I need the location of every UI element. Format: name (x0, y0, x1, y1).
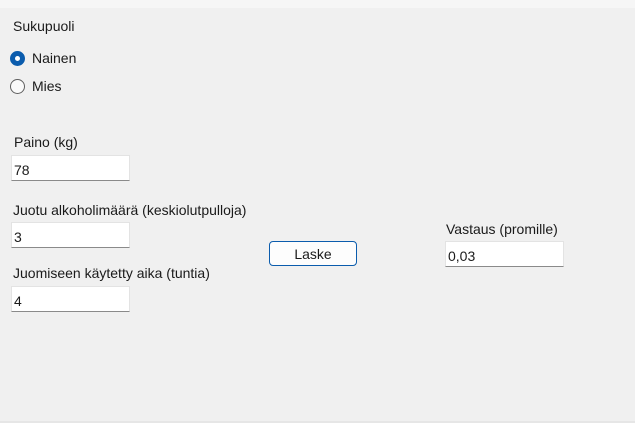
time-label: Juomiseen käytetty aika (tuntia) (13, 265, 210, 281)
weight-label: Paino (kg) (14, 134, 78, 150)
weight-input[interactable] (11, 155, 130, 181)
result-output[interactable] (445, 241, 564, 267)
alcohol-label: Juotu alkoholimäärä (keskiolutpulloja) (13, 202, 247, 218)
radio-nainen[interactable]: Nainen (10, 50, 76, 66)
radio-mies-indicator[interactable] (10, 78, 25, 94)
window-top-strip (0, 0, 635, 8)
alcohol-input[interactable] (11, 222, 130, 248)
radio-mies-label: Mies (32, 78, 62, 94)
time-input[interactable] (11, 286, 130, 312)
radio-nainen-indicator[interactable] (10, 50, 25, 66)
radio-nainen-label: Nainen (32, 50, 77, 66)
gender-title: Sukupuoli (13, 18, 75, 34)
result-label: Vastaus (promille) (446, 221, 558, 237)
radio-mies[interactable]: Mies (10, 78, 62, 94)
calculate-button[interactable]: Laske (269, 241, 357, 266)
